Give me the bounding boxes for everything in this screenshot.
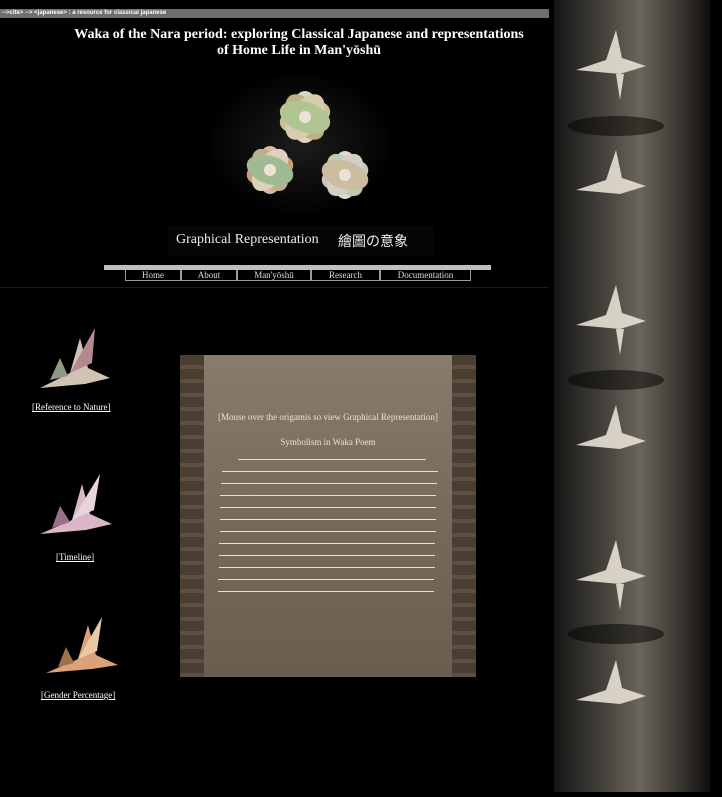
page-title-line2: of Home Life in Man'yōshū xyxy=(216,43,382,58)
panel-binding-right xyxy=(452,355,476,677)
main-nav: Home About Man'yōshū Research Documentat… xyxy=(125,270,471,281)
panel-rule xyxy=(218,579,434,580)
nav-documentation[interactable]: Documentation xyxy=(380,270,471,281)
panel-rule xyxy=(220,531,436,532)
divider xyxy=(0,287,549,288)
origami-flowers-image xyxy=(210,75,390,213)
panel-rule xyxy=(222,471,438,472)
panel-rule xyxy=(221,483,437,484)
nav-about[interactable]: About xyxy=(181,270,237,281)
origami-crane-image[interactable] xyxy=(30,462,120,544)
origami-flowers-graphic xyxy=(246,91,369,199)
panel-rule xyxy=(219,567,435,568)
section-subtitle: Graphical Representation xyxy=(176,232,319,247)
top-bar: -->cite> --> <japanese> : a resource for… xyxy=(0,9,549,18)
panel-rule xyxy=(220,519,436,520)
nav-home[interactable]: Home xyxy=(125,270,181,281)
crane-background-strip xyxy=(554,0,710,792)
origami-crane-icon xyxy=(46,617,118,673)
sidebar-link-nature[interactable]: [Reference to Nature] xyxy=(32,402,110,412)
panel-hint: [Mouse over the origamis so view Graphic… xyxy=(218,412,438,422)
section-subtitle-japanese: 繪圖の意象 xyxy=(338,234,408,250)
crane-strip-graphic xyxy=(568,30,664,704)
panel-rule xyxy=(220,495,436,496)
graphical-representation-panel: [Mouse over the origamis so view Graphic… xyxy=(180,355,476,677)
nav-research[interactable]: Research xyxy=(311,270,380,281)
origami-crane-image[interactable] xyxy=(30,318,120,398)
panel-binding-left xyxy=(180,355,204,677)
panel-rule xyxy=(220,507,436,508)
page-title-line1: Waka of the Nara period: exploring Class… xyxy=(74,27,524,42)
origami-crane-image[interactable] xyxy=(34,607,124,683)
origami-crane-icon xyxy=(40,474,112,534)
panel-rule xyxy=(219,555,435,556)
sidebar-link-gender[interactable]: [Gender Percentage] xyxy=(41,690,115,700)
panel-heading: Symbolism in Waka Poem xyxy=(280,437,376,447)
panel-rule xyxy=(218,591,434,592)
panel-rule xyxy=(219,543,435,544)
origami-crane-icon xyxy=(40,328,110,388)
top-bar-text: -->cite> --> <japanese> : a resource for… xyxy=(2,10,167,16)
sidebar-link-timeline[interactable]: [Timeline] xyxy=(56,552,94,562)
page-title: Waka of the Nara period: exploring Class… xyxy=(60,27,538,59)
panel-rule xyxy=(238,459,426,460)
nav-manyoshu[interactable]: Man'yōshū xyxy=(237,270,311,281)
